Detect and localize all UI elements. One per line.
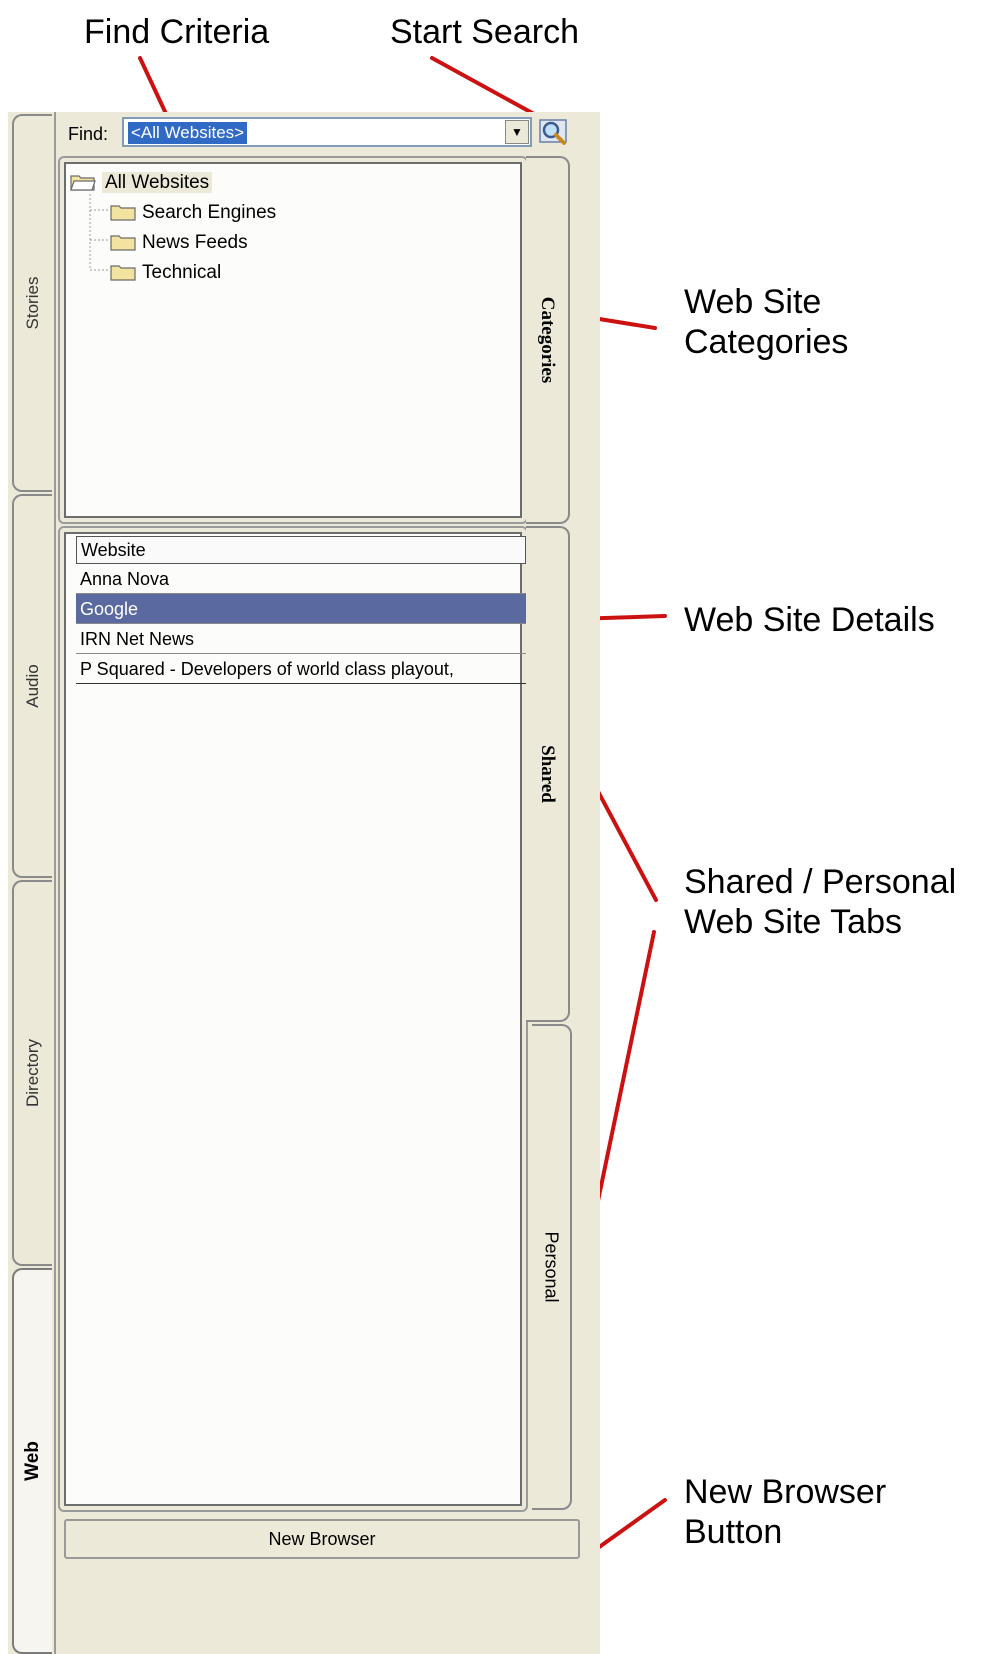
callout-shared-personal: Shared / Personal Web Site Tabs bbox=[684, 862, 956, 942]
callout-find-criteria: Find Criteria bbox=[84, 13, 270, 51]
callout-web-site-details: Web Site Details bbox=[684, 601, 935, 639]
folder-icon bbox=[110, 265, 136, 281]
tab-directory-label: Directory bbox=[23, 1038, 42, 1108]
find-criteria-combobox[interactable]: <All Websites> ▼ bbox=[122, 117, 532, 147]
tree-item-technical[interactable]: Technical bbox=[110, 260, 221, 286]
tab-directory[interactable]: Directory bbox=[12, 880, 52, 1266]
tab-web-label: Web bbox=[22, 1441, 43, 1481]
tab-web[interactable]: Web bbox=[12, 1268, 52, 1654]
tree-item-search-engines[interactable]: Search Engines bbox=[110, 200, 276, 226]
callout-line-2: Categories bbox=[684, 323, 849, 361]
list-item[interactable]: IRN Net News bbox=[76, 624, 526, 654]
tab-personal[interactable]: Personal bbox=[532, 1024, 572, 1510]
callout-line-2: Button bbox=[684, 1513, 783, 1551]
chevron-down-icon[interactable]: ▼ bbox=[505, 120, 529, 144]
tree-item-label: Search Engines bbox=[142, 202, 277, 223]
callout-web-site-categories: Web Site Categories bbox=[684, 282, 848, 362]
find-label: Find: bbox=[68, 124, 109, 144]
list-item[interactable]: Anna Nova bbox=[76, 564, 526, 594]
categories-tree[interactable]: All Websites Search Engines News Feeds T… bbox=[64, 162, 522, 518]
open-folder-icon bbox=[70, 175, 96, 191]
find-criteria-value[interactable]: <All Websites> bbox=[128, 122, 248, 144]
tree-item-label: News Feeds bbox=[142, 232, 248, 253]
callout-line-1: Web Site bbox=[684, 283, 822, 321]
tab-stories-label: Stories bbox=[23, 276, 42, 330]
tab-stories[interactable]: Stories bbox=[12, 114, 52, 492]
callout-new-browser: New Browser Button bbox=[684, 1472, 886, 1552]
tab-shared[interactable]: Shared bbox=[526, 526, 570, 1022]
tab-shared-label: Shared bbox=[537, 745, 558, 803]
tab-categories-label: Categories bbox=[537, 296, 558, 384]
folder-icon bbox=[110, 205, 136, 221]
callout-start-search: Start Search bbox=[390, 13, 579, 51]
tree-item-root[interactable]: All Websites bbox=[70, 170, 213, 196]
list-item[interactable]: P Squared - Developers of world class pl… bbox=[76, 654, 526, 684]
tab-personal-label: Personal bbox=[541, 1231, 562, 1303]
tree-item-news-feeds[interactable]: News Feeds bbox=[110, 230, 248, 256]
start-search-button[interactable] bbox=[538, 116, 570, 148]
callout-line-2: Web Site Tabs bbox=[684, 903, 902, 941]
callout-line-1: New Browser bbox=[684, 1473, 887, 1511]
list-item-selected[interactable]: Google bbox=[76, 594, 526, 624]
tab-categories[interactable]: Categories bbox=[526, 156, 570, 524]
tree-item-label: All Websites bbox=[102, 172, 213, 193]
tab-audio[interactable]: Audio bbox=[12, 494, 52, 878]
website-column-header[interactable]: Website bbox=[76, 536, 526, 564]
tab-audio-label: Audio bbox=[23, 664, 42, 708]
tree-item-label: Technical bbox=[142, 262, 222, 283]
callout-line-1: Shared / Personal bbox=[684, 863, 957, 901]
new-browser-button[interactable]: New Browser bbox=[64, 1519, 580, 1559]
web-panel-window: Stories Audio Directory Web Find: <All W… bbox=[8, 112, 600, 1654]
magnifier-icon bbox=[539, 119, 567, 145]
folder-icon bbox=[110, 235, 136, 251]
